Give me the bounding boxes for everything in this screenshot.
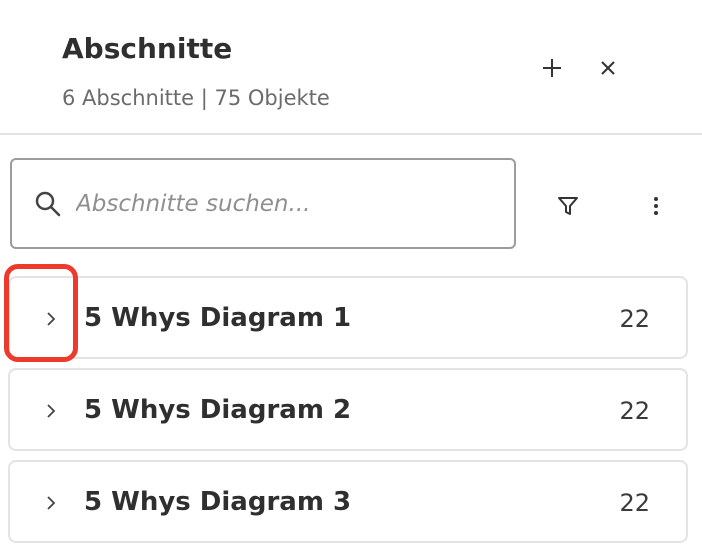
expand-chevron-button[interactable] <box>40 308 62 330</box>
search-input[interactable] <box>76 182 496 226</box>
close-panel-button[interactable] <box>588 48 628 88</box>
chevron-right-icon <box>47 404 56 418</box>
panel-header: Abschnitte 6 Abschnitte | 75 Objekte <box>0 0 702 135</box>
panel-title: Abschnitte <box>62 32 233 65</box>
section-name: 5 Whys Diagram 1 <box>84 303 352 333</box>
sections-list: 5 Whys Diagram 1 22 5 Whys Diagram 2 22 … <box>8 276 688 552</box>
section-row[interactable]: 5 Whys Diagram 1 22 <box>8 276 688 359</box>
close-icon <box>601 61 615 75</box>
plus-icon <box>543 59 561 77</box>
section-row[interactable]: 5 Whys Diagram 3 22 <box>8 460 688 543</box>
section-name: 5 Whys Diagram 3 <box>84 487 352 517</box>
section-row[interactable]: 5 Whys Diagram 2 22 <box>8 368 688 451</box>
add-section-button[interactable] <box>532 48 572 88</box>
section-name: 5 Whys Diagram 2 <box>84 395 352 425</box>
panel-subtitle: 6 Abschnitte | 75 Objekte <box>62 86 330 110</box>
section-count: 22 <box>619 489 650 517</box>
more-options-button[interactable] <box>636 186 676 226</box>
expand-chevron-button[interactable] <box>40 400 62 422</box>
expand-chevron-button[interactable] <box>40 492 62 514</box>
search-icon <box>34 190 64 220</box>
section-count: 22 <box>619 305 650 333</box>
search-box[interactable] <box>10 158 516 249</box>
section-count: 22 <box>619 397 650 425</box>
chevron-right-icon <box>47 496 56 510</box>
more-vertical-icon <box>654 197 658 215</box>
chevron-right-icon <box>47 312 56 326</box>
sections-panel: Abschnitte 6 Abschnitte | 75 Objekte Abs… <box>0 0 702 554</box>
filter-icon <box>558 197 578 215</box>
filter-button[interactable] <box>548 186 588 226</box>
